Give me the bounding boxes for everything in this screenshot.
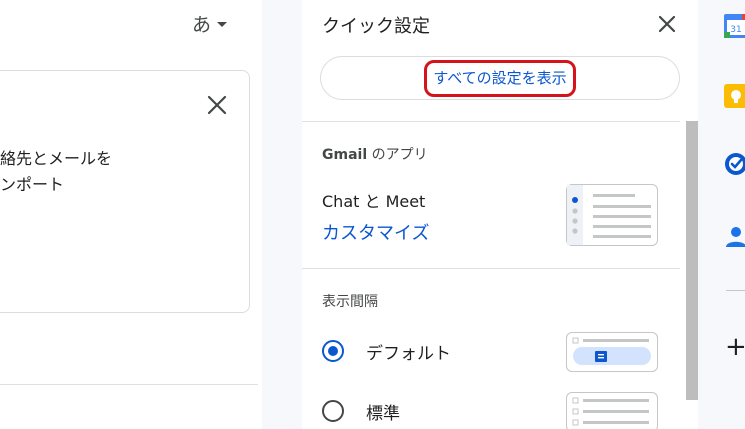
import-card-line: ンポート <box>0 175 65 194</box>
side-panel-rail: 31 + <box>712 0 745 429</box>
density-standard-preview-icon <box>572 397 649 426</box>
divider <box>302 121 680 122</box>
input-tools-button[interactable]: あ <box>192 10 228 36</box>
radio-checked-icon[interactable] <box>322 340 344 362</box>
mail-area: あ 絡先とメールを ンポート <box>0 0 262 429</box>
get-addons-button[interactable]: + <box>725 334 745 360</box>
see-all-settings-button[interactable]: すべての設定を表示 <box>320 56 680 100</box>
caret-down-icon <box>217 21 228 27</box>
see-all-settings-label: すべての設定を表示 <box>424 59 576 97</box>
chat-meet-label: Chat と Meet <box>322 192 426 211</box>
chat-meet-preview-thumbnail <box>566 184 658 246</box>
divider <box>302 268 680 269</box>
density-option-standard[interactable]: 標準 <box>322 397 400 425</box>
density-option-label: 標準 <box>366 403 400 424</box>
apps-heading-brand: Gmail <box>322 147 368 163</box>
panel-title: クイック設定 <box>322 16 430 37</box>
calendar-icon[interactable]: 31 <box>724 14 745 38</box>
apps-heading-text: のアプリ <box>367 147 428 163</box>
close-icon <box>658 15 676 33</box>
apps-section-heading: Gmail のアプリ <box>322 144 428 164</box>
density-option-label: デフォルト <box>366 343 451 364</box>
density-default-thumbnail <box>566 332 658 372</box>
close-panel-button[interactable] <box>656 13 678 35</box>
density-section-heading: 表示間隔 <box>322 294 378 310</box>
density-standard-thumbnail <box>566 392 658 429</box>
contacts-icon[interactable] <box>724 224 745 248</box>
keep-icon[interactable] <box>724 84 745 108</box>
quick-settings-panel: クイック設定 すべての設定を表示 Gmail のアプリ Chat と Meet … <box>302 0 698 429</box>
customize-link[interactable]: カスタマイズ <box>322 219 429 245</box>
density-default-preview-icon <box>572 337 651 365</box>
input-tools-label: あ <box>192 13 212 36</box>
import-card-text: 絡先とメールを ンポート <box>0 146 240 198</box>
rail-divider <box>726 290 745 291</box>
close-icon[interactable] <box>206 94 228 116</box>
radio-unchecked-icon[interactable] <box>322 400 344 422</box>
chat-layout-icon <box>567 185 651 245</box>
calendar-day-number: 31 <box>730 25 741 35</box>
panel-scrollbar[interactable] <box>686 121 698 400</box>
divider <box>0 384 258 385</box>
import-card-line: 絡先とメールを <box>0 149 113 168</box>
tasks-icon[interactable] <box>724 152 745 176</box>
density-option-default[interactable]: デフォルト <box>322 337 451 365</box>
